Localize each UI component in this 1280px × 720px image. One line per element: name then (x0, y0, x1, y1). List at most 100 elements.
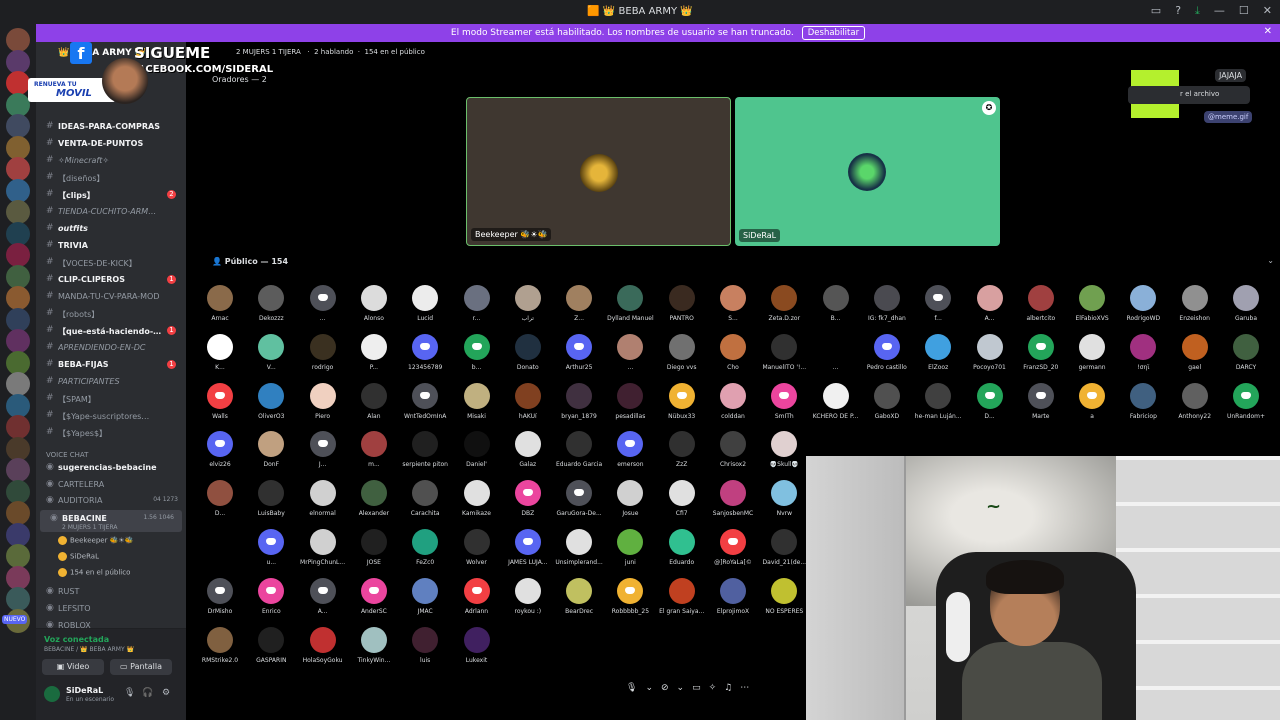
audience-member[interactable]: colddan (708, 382, 758, 432)
audience-member[interactable]: Fabriciop (1118, 382, 1168, 432)
audience-member[interactable]: David_21(de... (759, 529, 809, 578)
chat-file-bubble[interactable]: r el archivo (1128, 86, 1250, 104)
audience-member[interactable]: HolaSoyGoku (298, 626, 348, 676)
audience-member[interactable]: Josue (605, 480, 655, 529)
server-icon[interactable] (6, 200, 30, 224)
server-icon[interactable] (6, 49, 30, 74)
audience-member[interactable]: LuisBaby (246, 480, 296, 529)
audience-member[interactable]: DonF (246, 431, 296, 480)
disable-streamer-button[interactable]: Deshabilitar (801, 26, 866, 40)
audience-member[interactable]: Robbbbb_25 (605, 577, 655, 627)
audience-member[interactable]: f... (913, 285, 963, 334)
audience-member[interactable]: P... (349, 333, 399, 383)
audience-member[interactable]: Z... (554, 285, 604, 334)
audience-member[interactable]: Walls (195, 382, 245, 432)
sidebar-channel[interactable]: # 【VOCES-DE-KICK】 (36, 254, 186, 270)
audience-member[interactable]: BearDrec (554, 577, 604, 627)
audience-member[interactable]: RodrigoWD (1118, 285, 1168, 334)
server-icon[interactable] (6, 587, 30, 611)
audience-member[interactable]: roykou :) (503, 577, 553, 627)
audience-member[interactable]: Nvrw (759, 480, 809, 529)
voice-channel[interactable]: ◉ LEFSITO (36, 600, 186, 616)
audience-member[interactable]: 💀Skull💀 (759, 431, 809, 480)
sidebar-channel[interactable]: # 【$Yapes$】 (36, 424, 186, 440)
audience-member[interactable]: Lukexit (452, 626, 502, 676)
server-icon[interactable] (6, 178, 30, 203)
audience-member[interactable]: IG: fk7_dhan (862, 285, 912, 334)
audience-member[interactable]: @]RoYaLa[© (708, 529, 758, 578)
audience-member[interactable]: ... (811, 333, 861, 383)
audience-member[interactable]: ZzZ (657, 431, 707, 480)
mic-icon[interactable]: 🎙 (124, 688, 135, 698)
video-button[interactable]: ▣ Video (42, 659, 104, 675)
sidebar-channel[interactable]: # CLIP-CLIPEROS 1 (36, 271, 186, 287)
audience-member[interactable]: Wolver (452, 529, 502, 578)
audience-member[interactable]: bryan_1879 (554, 382, 604, 432)
audience-member[interactable]: elviz26 (195, 431, 245, 480)
audience-member[interactable]: Chrisox2 (708, 431, 758, 480)
audience-member[interactable]: A... (298, 577, 348, 627)
audience-member[interactable]: juni (605, 529, 655, 578)
audience-member[interactable]: PANTRO (657, 285, 707, 334)
audience-member[interactable]: Unsimplerand... (554, 529, 604, 578)
audience-member[interactable]: Alexander (349, 480, 399, 529)
audience-member[interactable]: Eduardo Garcia (554, 431, 604, 480)
voice-channel[interactable]: ◉ AUDITORIA 04 1273 (36, 492, 186, 508)
maximize-icon[interactable]: ☐ (1239, 4, 1249, 18)
mic-icon[interactable]: 🎙 (626, 683, 637, 699)
audience-member[interactable]: DrMisho (195, 577, 245, 627)
speaker-tile[interactable]: Beekeeper 🐝☀🐝 (466, 97, 731, 246)
gear-icon[interactable]: ⚙ (162, 688, 170, 698)
audience-member[interactable]: Dekozzz (246, 285, 296, 334)
audience-member[interactable]: JAMES LUJA... (503, 529, 553, 578)
audience-member[interactable]: DARCY (1221, 333, 1271, 383)
inbox-icon[interactable]: ▭ (1151, 4, 1161, 18)
sidebar-channel[interactable]: # MANDA-TU-CV-PARA-MOD (36, 288, 186, 304)
audience-member[interactable]: Daniel' (452, 431, 502, 480)
audience-member[interactable]: u... (246, 529, 296, 578)
avatar[interactable] (44, 686, 60, 702)
audience-member[interactable]: Marte (1016, 382, 1066, 432)
server-icon[interactable] (6, 221, 30, 246)
sidebar-channel[interactable]: # VENTA-DE-PUNTOS (36, 135, 186, 151)
audience-member[interactable]: Pedro castillo (862, 333, 912, 383)
voice-channel[interactable]: ◉ sugerencias-bebacine (36, 459, 186, 475)
audience-member[interactable]: rodrigo (298, 333, 348, 383)
server-icon[interactable] (6, 92, 30, 117)
sidebar-channel[interactable]: # 【robots】 (36, 305, 186, 321)
audience-member[interactable]: WntTedOmInA (400, 382, 450, 432)
voice-location[interactable]: BEBACINE / 👑 BEBA ARMY 👑 (44, 646, 134, 653)
audience-member[interactable]: UnRandom+ (1221, 382, 1271, 432)
sidebar-channel[interactable]: # 【clips】 2 (36, 186, 186, 202)
sidebar-channel[interactable]: # ✧Minecraft✧ (36, 152, 186, 168)
server-icon[interactable] (6, 243, 30, 267)
audience-member[interactable]: !σηϊ (1118, 333, 1168, 383)
server-icon[interactable] (6, 415, 30, 439)
audience-member[interactable]: Enzeishon (1170, 285, 1220, 334)
audience-member[interactable]: Lucid (400, 285, 450, 334)
download-icon[interactable]: ⤓ (1195, 4, 1200, 18)
audience-member[interactable]: 123456789 (400, 333, 450, 383)
server-icon[interactable] (6, 135, 30, 160)
audience-member[interactable]: Pocoyo701 (965, 333, 1015, 383)
audience-member[interactable]: Carachita (400, 480, 450, 529)
voice-channel[interactable]: ◉ RUST (36, 583, 186, 599)
server-icon[interactable] (6, 565, 30, 590)
camera-off-icon[interactable]: ⊘ (661, 683, 669, 699)
server-icon[interactable] (6, 329, 30, 353)
audience-member[interactable]: emerson (605, 431, 655, 480)
audience-member[interactable]: El gran Saiya... (657, 577, 707, 627)
audience-member[interactable]: hAKUí (503, 382, 553, 432)
audience-member[interactable]: elnormal (298, 480, 348, 529)
audience-member[interactable]: Arnac (195, 285, 245, 334)
audience-member[interactable]: Zeta.D.zor (759, 285, 809, 334)
audience-member[interactable]: FeZc0 (400, 529, 450, 578)
audience-member[interactable]: Alan (349, 382, 399, 432)
more-icon[interactable]: ⋯ (740, 683, 749, 699)
audience-member[interactable]: Nübux33 (657, 382, 707, 432)
server-icon[interactable] (6, 114, 30, 138)
close-banner-icon[interactable]: ✕ (1264, 26, 1272, 37)
audience-member[interactable]: OliverO3 (246, 382, 296, 432)
screen-share-icon[interactable]: ▭ (692, 683, 701, 699)
speaker-tile[interactable]: ✪ SiDeRaL (735, 97, 1000, 246)
